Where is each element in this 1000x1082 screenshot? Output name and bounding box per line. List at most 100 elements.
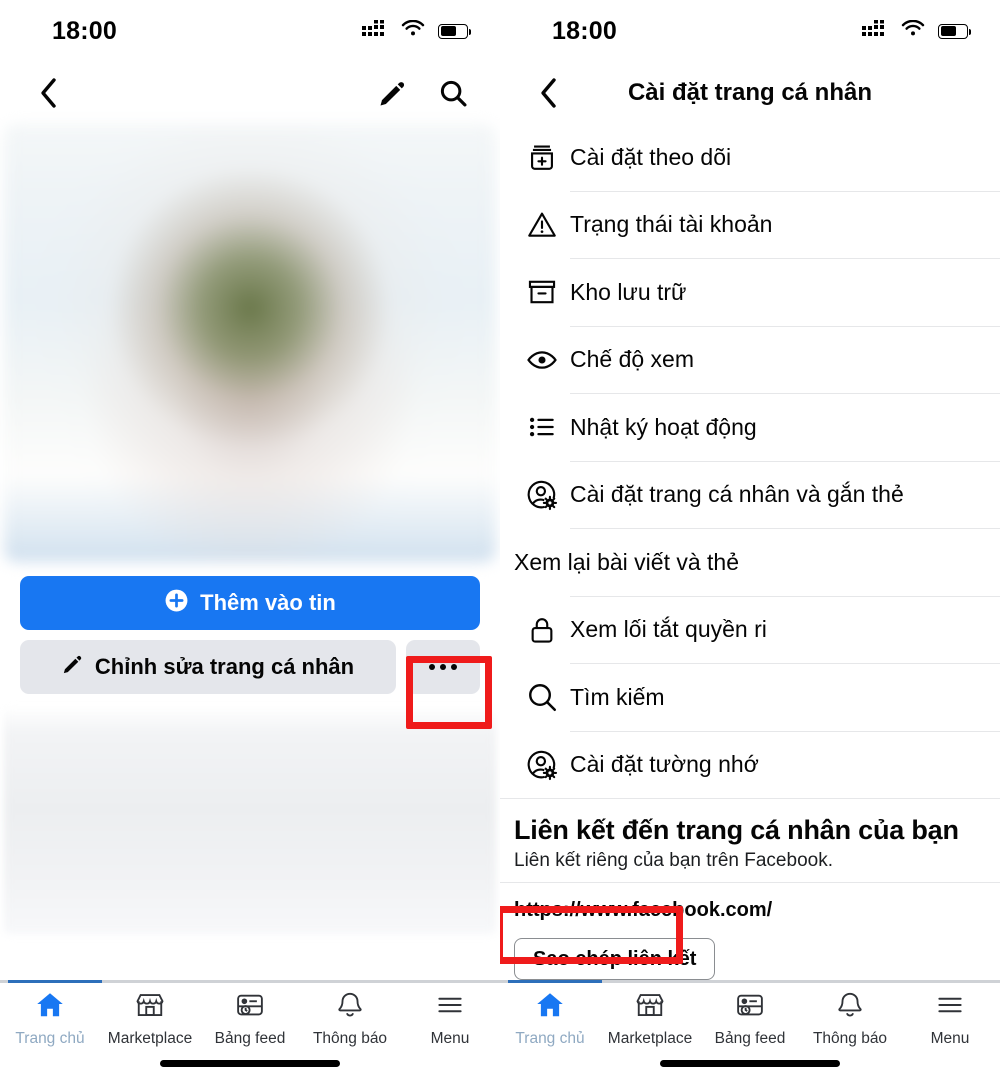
tab-label-menu: Menu	[430, 1030, 470, 1047]
tab-item-notifications[interactable]: Thông báo	[300, 990, 400, 1048]
settings-item-label: Cài đặt tường nhớ	[570, 751, 759, 778]
tab-item-menu[interactable]: Menu	[900, 990, 1000, 1048]
settings-item-label: Kho lưu trữ	[570, 278, 687, 305]
settings-item-memorialization[interactable]: Cài đặt tường nhớ	[500, 732, 1000, 799]
tab-label-marketplace: Marketplace	[107, 1030, 193, 1047]
settings-item-activity-log[interactable]: Nhật ký hoạt động	[500, 394, 1000, 461]
storefront-icon	[634, 990, 666, 1025]
hamburger-menu-icon	[434, 990, 466, 1025]
tab-item-home[interactable]: Trang chủ	[500, 990, 600, 1048]
tab-label-menu: Menu	[930, 1030, 970, 1047]
status-bar-indicators	[362, 19, 472, 43]
home-icon	[34, 990, 66, 1025]
tab-label-notifications: Thông báo	[312, 1030, 388, 1047]
home-icon	[534, 990, 566, 1025]
tab-label-home: Trang chủ	[515, 1030, 585, 1047]
right-phone-screen: 18:00 Cài đặt trang cá nhân Cài đặt theo…	[500, 0, 1000, 1082]
tab-item-marketplace[interactable]: Marketplace	[600, 990, 700, 1048]
back-button[interactable]	[28, 73, 68, 113]
tab-label-feed: Bảng feed	[714, 1030, 786, 1047]
ellipsis-icon	[451, 664, 457, 670]
status-bar-right: 18:00	[500, 0, 1000, 62]
profile-link-heading: Liên kết đến trang cá nhân của bạn	[514, 815, 959, 845]
settings-item-label: Cài đặt theo dõi	[570, 143, 732, 170]
cellular-signal-icon	[362, 19, 388, 43]
profile-link-section: Liên kết đến trang cá nhân của bạn Liên …	[500, 799, 1000, 872]
profile-more-options-button[interactable]	[406, 640, 480, 694]
profile-url-row: https://www.facebook.com/ Sao chép liên …	[500, 883, 1000, 980]
edit-profile-button[interactable]: Chỉnh sửa trang cá nhân	[20, 640, 396, 694]
warning-triangle-icon	[514, 208, 570, 242]
tab-label-home: Trang chủ	[15, 1030, 85, 1047]
settings-item-view-as[interactable]: Chế độ xem	[500, 327, 1000, 394]
tab-bar-top-divider	[500, 980, 1000, 983]
ellipsis-icon	[440, 664, 446, 670]
page-title: Cài đặt trang cá nhân	[627, 79, 873, 106]
tab-label-marketplace: Marketplace	[607, 1030, 693, 1047]
tab-list: Trang chủ Marketplace Bảng feed Thông bá…	[0, 983, 500, 1055]
battery-icon	[938, 23, 972, 39]
profile-gear-icon	[514, 478, 570, 512]
screenshot-root: 18:00 Thêm vào tin Chỉnh sửa trang cá nh…	[0, 0, 1000, 1082]
news-feed-icon	[234, 990, 266, 1025]
settings-item-account-status[interactable]: Trạng thái tài khoản	[500, 192, 1000, 259]
eye-icon	[514, 343, 570, 377]
tab-label-notifications: Thông báo	[812, 1030, 888, 1047]
left-nav-actions	[374, 74, 472, 112]
battery-icon	[438, 23, 472, 39]
status-bar-left: 18:00	[0, 0, 500, 62]
add-to-list-icon	[514, 140, 570, 174]
settings-item-label: Tìm kiếm	[570, 683, 665, 710]
tab-item-feed[interactable]: Bảng feed	[700, 990, 800, 1048]
pencil-icon	[62, 653, 84, 681]
hamburger-menu-icon	[934, 990, 966, 1025]
settings-item-review-posts-and-tags[interactable]: Xem lại bài viết và thẻ	[500, 529, 1000, 596]
status-bar-clock: 18:00	[552, 16, 617, 45]
settings-item-profile-and-tagging[interactable]: Cài đặt trang cá nhân và gắn thẻ	[500, 462, 1000, 529]
copy-link-button[interactable]: Sao chép liên kết	[514, 938, 716, 980]
settings-item-label: Xem lại bài viết và thẻ	[514, 548, 740, 575]
bell-icon	[334, 990, 366, 1025]
settings-item-search[interactable]: Tìm kiếm	[500, 664, 1000, 731]
search-icon[interactable]	[434, 74, 472, 112]
profile-url-value[interactable]: https://www.facebook.com/	[514, 883, 986, 922]
bell-icon	[834, 990, 866, 1025]
profile-action-buttons: Thêm vào tin Chỉnh sửa trang cá nhân	[0, 562, 500, 694]
left-phone-screen: 18:00 Thêm vào tin Chỉnh sửa trang cá nh…	[0, 0, 500, 1082]
back-button[interactable]	[528, 73, 568, 113]
news-feed-icon	[734, 990, 766, 1025]
tab-bar-top-divider	[0, 980, 500, 983]
home-indicator	[160, 1060, 340, 1067]
status-bar-clock: 18:00	[52, 16, 117, 45]
settings-item-follow[interactable]: Cài đặt theo dõi	[500, 124, 1000, 191]
wifi-icon	[901, 19, 925, 43]
plus-circle-icon	[164, 588, 189, 619]
pencil-icon[interactable]	[374, 74, 412, 112]
profile-content-placeholder	[4, 706, 496, 934]
tab-label-feed: Bảng feed	[214, 1030, 286, 1047]
ellipsis-icon	[429, 664, 435, 670]
bottom-tab-bar-right: Trang chủ Marketplace Bảng feed Thông bá…	[500, 980, 1000, 1082]
right-nav-bar: Cài đặt trang cá nhân	[500, 62, 1000, 124]
lock-icon	[514, 613, 570, 647]
profile-cover-photo[interactable]	[4, 124, 496, 562]
tab-item-marketplace[interactable]: Marketplace	[100, 990, 200, 1048]
tab-item-home[interactable]: Trang chủ	[0, 990, 100, 1048]
left-nav-bar	[0, 62, 500, 124]
wifi-icon	[401, 19, 425, 43]
tab-item-menu[interactable]: Menu	[400, 990, 500, 1048]
profile-secondary-row: Chỉnh sửa trang cá nhân	[20, 640, 480, 694]
status-bar-indicators	[862, 19, 972, 43]
home-indicator	[660, 1060, 840, 1067]
add-to-story-button[interactable]: Thêm vào tin	[20, 576, 480, 630]
settings-list: Cài đặt theo dõi Trạng thái tài khoản Kh…	[500, 124, 1000, 799]
settings-item-archive[interactable]: Kho lưu trữ	[500, 259, 1000, 326]
settings-item-privacy-shortcuts[interactable]: Xem lối tắt quyền ri	[500, 597, 1000, 664]
tab-item-feed[interactable]: Bảng feed	[200, 990, 300, 1048]
search-icon	[514, 680, 570, 714]
settings-item-label: Chế độ xem	[570, 346, 695, 373]
settings-item-label: Trạng thái tài khoản	[570, 211, 773, 238]
tab-item-notifications[interactable]: Thông báo	[800, 990, 900, 1048]
profile-link-subtitle: Liên kết riêng của bạn trên Facebook.	[514, 850, 833, 871]
settings-item-label: Cài đặt trang cá nhân và gắn thẻ	[570, 481, 904, 508]
